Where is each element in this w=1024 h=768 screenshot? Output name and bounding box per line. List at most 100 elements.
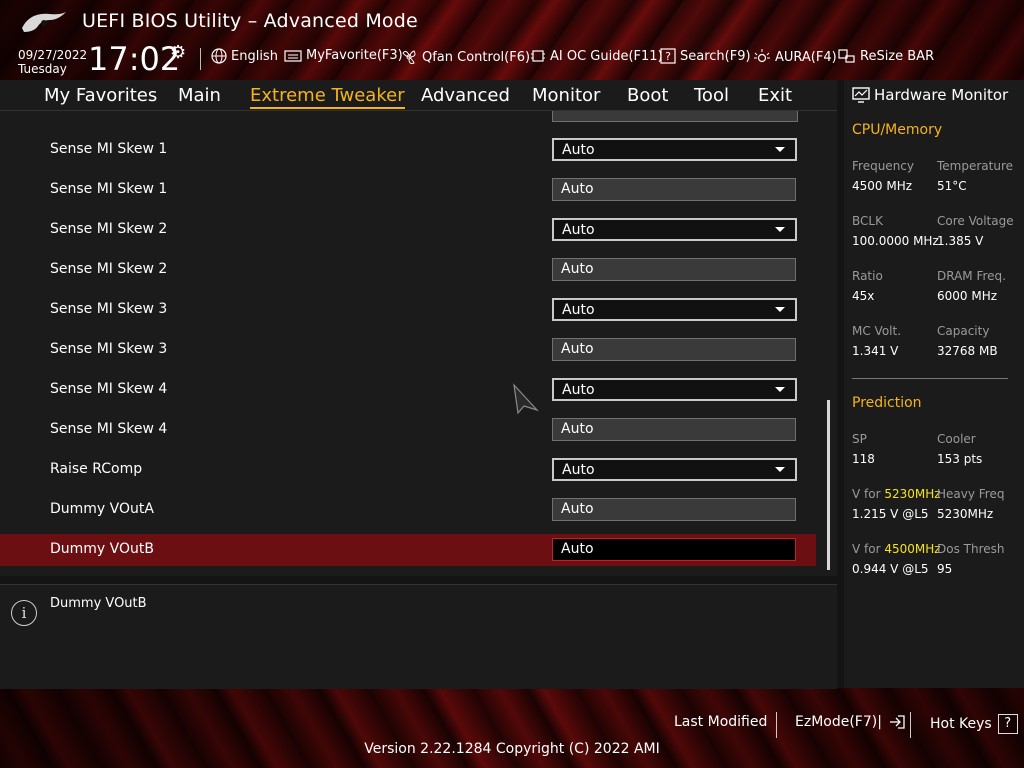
search-button[interactable]: ? Search(F9) [660,48,751,64]
keyboard-icon [284,49,302,62]
aura-button[interactable]: AURA(F4) [753,48,837,66]
core-voltage-value: 1.385 V [937,234,984,248]
search-help-icon: ? [660,48,676,64]
setting-dropdown[interactable]: Auto [552,378,797,401]
setting-label: Sense MI Skew 3 [50,341,168,357]
cooler-label: Cooler [937,432,976,446]
chevron-down-icon [775,387,785,392]
resize-bar-icon [838,49,855,63]
cpu-memory-heading: CPU/Memory [852,122,943,138]
setting-value: Auto [562,222,595,238]
vfor-label-2: V for 4500MHz [852,542,941,556]
temperature-label: Temperature [937,159,1014,173]
setting-row[interactable]: Sense MI Skew 1 Auto [0,174,816,206]
chevron-down-icon [775,307,785,312]
toolbar-divider [200,48,201,70]
setting-value: Auto [561,341,594,357]
setting-label: Dummy VOutB [50,541,154,557]
tab-advanced[interactable]: Advanced [421,85,510,106]
footer-divider [776,712,777,738]
cooler-value: 153 pts [937,452,983,466]
hw-header: Hardware Monitor [852,86,1008,104]
setting-row[interactable]: Raise RComp Auto [0,454,816,486]
ezmode-button[interactable]: EzMode(F7)| [795,714,906,730]
aioc-button[interactable]: AI OC Guide(F11) [530,48,663,64]
qfan-button[interactable]: Qfan Control(F6) [400,48,530,66]
setting-row[interactable]: Sense MI Skew 4 Auto [0,414,816,446]
help-panel: i Dummy VOutB [0,584,837,689]
setting-value: Auto [561,181,594,197]
ratio-value: 45x [852,289,875,303]
setting-input[interactable]: Auto [552,178,796,201]
app-title: UEFI BIOS Utility – Advanced Mode [82,10,418,32]
chip-icon [531,50,545,62]
setting-value: Auto [561,421,594,437]
tab-boot[interactable]: Boot [627,85,668,106]
scrollbar[interactable] [827,400,830,570]
settings-list: Sense MI Skew 1 Auto Sense MI Skew 1 Aut… [0,111,837,576]
mc-volt-value: 1.341 V [852,344,899,358]
setting-input[interactable]: Auto [552,418,796,441]
footer-divider [910,712,911,738]
setting-row[interactable]: Sense MI Skew 2 Auto [0,214,816,246]
setting-label: Sense MI Skew 1 [50,181,168,197]
prediction-heading: Prediction [852,395,922,411]
setting-row[interactable]: Sense MI Skew 2 Auto [0,254,816,286]
tab-extreme-tweaker[interactable]: Extreme Tweaker [250,85,405,109]
setting-input[interactable]: Auto [552,338,796,361]
tab-monitor[interactable]: Monitor [532,85,600,106]
myfavorite-label: MyFavorite(F3) [306,48,403,63]
globe-icon [211,48,227,64]
setting-row[interactable]: Sense MI Skew 3 Auto [0,294,816,326]
hw-title: Hardware Monitor [874,86,1009,104]
resizebar-label: ReSize BAR [860,48,935,64]
setting-dropdown[interactable]: Auto [552,218,797,241]
setting-value: Auto [562,462,595,478]
last-modified-button[interactable]: Last Modified [674,714,767,730]
setting-row-selected[interactable]: Dummy VOutB Auto [0,534,816,566]
tab-exit[interactable]: Exit [758,85,792,106]
tab-main[interactable]: Main [178,85,221,106]
sp-label: SP [852,432,867,446]
language-label: English [231,48,278,64]
setting-value: Auto [562,382,595,398]
chevron-down-icon [775,147,785,152]
tab-my-favorites[interactable]: My Favorites [44,85,157,106]
search-label: Search(F9) [680,48,751,64]
dram-label: DRAM Freq. [937,269,1006,283]
setting-row[interactable]: Dummy VOutA Auto [0,494,816,526]
tab-tool[interactable]: Tool [694,85,729,106]
heavy-freq-value: 5230MHz [937,507,994,521]
setting-label: Raise RComp [50,461,143,477]
chevron-down-icon [775,227,785,232]
main-tabs: My Favorites Main Extreme Tweaker Advanc… [0,80,837,111]
bclk-value: 100.0000 MHz [852,234,939,248]
setting-dropdown[interactable]: Auto [552,298,797,321]
sp-value: 118 [852,452,875,466]
setting-dropdown[interactable]: Auto [552,458,797,481]
help-text: Dummy VOutB [50,596,147,611]
language-button[interactable]: English [211,48,278,64]
setting-input[interactable]: Auto [552,258,796,281]
setting-dropdown[interactable]: Auto [552,138,797,161]
gear-icon[interactable]: ⚙ [170,42,186,63]
resizebar-button[interactable]: ReSize BAR [838,48,934,64]
aura-light-icon [754,49,770,63]
exit-arrow-icon [889,715,905,729]
hotkeys-button[interactable]: Hot Keys ? [930,714,1018,734]
frequency-label: Frequency [852,159,914,173]
setting-value: Auto [561,501,594,517]
setting-input[interactable]: Auto [552,498,796,521]
myfavorite-button[interactable]: MyFavorite(F3) [284,48,403,63]
info-icon: i [11,600,37,626]
setting-row[interactable]: Sense MI Skew 1 Auto [0,134,816,166]
setting-label: Sense MI Skew 4 [50,381,168,397]
fan-icon [402,50,416,64]
setting-row[interactable]: Sense MI Skew 4 Auto [0,374,816,406]
setting-value: Auto [562,302,595,318]
aioc-label: AI OC Guide(F11) [550,48,663,64]
hw-divider [852,378,1008,379]
qfan-label: Qfan Control(F6) [422,49,531,65]
setting-row[interactable]: Sense MI Skew 3 Auto [0,334,816,366]
setting-input-active[interactable]: Auto [552,538,796,561]
